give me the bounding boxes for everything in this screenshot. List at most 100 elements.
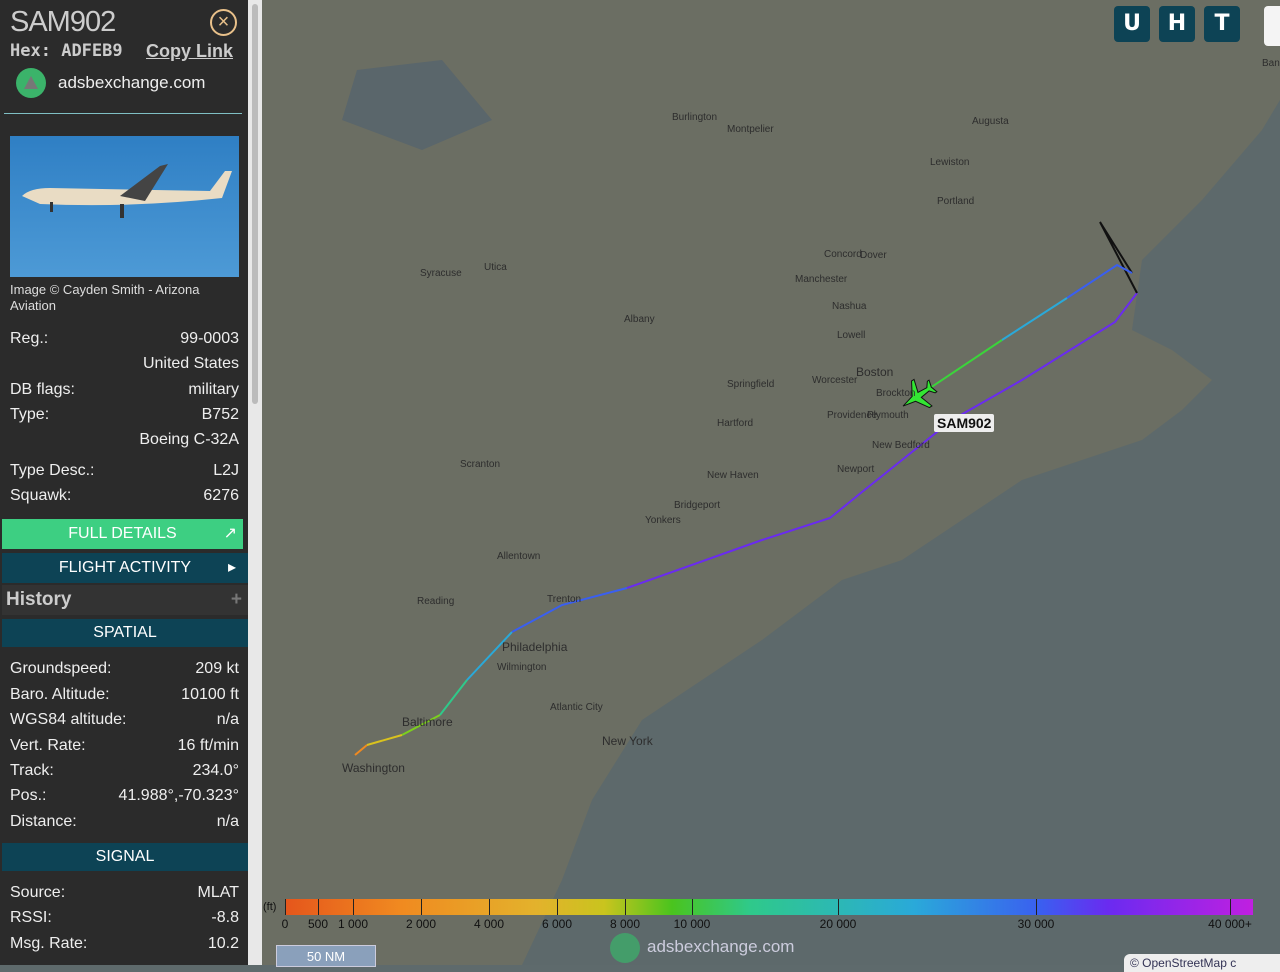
label: Reg.: <box>10 330 49 347</box>
place-label: Wilmington <box>497 662 547 673</box>
altitude-legend <box>285 899 1253 915</box>
site-link[interactable]: adsbexchange.com <box>58 73 205 93</box>
legend-tick-label: 500 <box>307 917 329 931</box>
spatial-vert-rate: Vert. Rate: 16 ft/min <box>10 737 239 755</box>
label: Vert. Rate: <box>10 737 86 754</box>
detail-country: United States <box>10 355 239 373</box>
place-label: Hartford <box>717 418 754 429</box>
value: 234.0° <box>192 762 239 779</box>
legend-tick <box>421 899 422 915</box>
sidebar-scrollbar[interactable] <box>248 0 262 965</box>
history-section-toggle[interactable]: History + <box>2 585 248 615</box>
label: Baro. Altitude: <box>10 686 110 703</box>
place-label: Newport <box>837 464 875 475</box>
place-label: Manchester <box>795 274 848 285</box>
value: United States <box>142 355 239 372</box>
place-label: New Bedford <box>872 440 930 451</box>
aircraft-info-panel: SAM902 × Hex: ADFEB9 Copy Link adsbexcha… <box>0 0 248 965</box>
legend-tick <box>692 899 693 915</box>
map-button-h[interactable]: H <box>1159 6 1195 42</box>
spatial-distance: Distance: n/a <box>10 813 239 831</box>
place-label: Dover <box>860 250 887 261</box>
value: 16 ft/min <box>177 737 239 754</box>
legend-tick <box>1036 899 1037 915</box>
value: B752 <box>201 406 239 423</box>
value: 41.988°,-70.323° <box>118 787 239 804</box>
place-label: Augusta <box>972 116 1009 127</box>
detail-squawk: Squawk: 6276 <box>10 487 239 505</box>
legend-tick-label: 10 000 <box>673 917 711 931</box>
place-label: Worcester <box>812 375 858 386</box>
external-link-icon: ↗ <box>223 525 237 542</box>
flight-activity-button[interactable]: FLIGHT ACTIVITY ▸ <box>2 553 248 583</box>
close-icon[interactable]: × <box>210 9 237 36</box>
place-label: Lewiston <box>930 157 970 168</box>
spatial-groundspeed: Groundspeed: 209 kt <box>10 660 239 678</box>
signal-header: SIGNAL <box>2 843 248 871</box>
label: Squawk: <box>10 487 72 504</box>
place-label: Trenton <box>547 594 582 605</box>
legend-tick <box>625 899 626 915</box>
place-label: Nashua <box>832 301 867 312</box>
caret-right-icon: ▸ <box>227 559 236 576</box>
label: WGS84 altitude: <box>10 711 127 728</box>
value: L2J <box>213 462 239 479</box>
place-label: Plymouth <box>867 410 909 421</box>
signal-rssi: RSSI: -8.8 <box>10 909 239 927</box>
signal-msg-rate: Msg. Rate: 10.2 <box>10 935 239 953</box>
place-label: New Haven <box>707 470 759 481</box>
airplane-photo-graphic <box>22 164 232 218</box>
value: 209 kt <box>195 660 239 677</box>
spatial-pos: Pos.: 41.988°,-70.323° <box>10 787 239 805</box>
label: Type: <box>10 406 50 423</box>
place-label: Lowell <box>837 330 866 341</box>
hex-label: Hex: <box>10 41 51 61</box>
adsbexchange-logo-icon <box>16 68 46 98</box>
spatial-baro-altitude: Baro. Altitude: 10100 ft <box>10 686 239 704</box>
value: 6276 <box>203 487 239 504</box>
aircraft-photo[interactable] <box>10 136 239 277</box>
legend-tick-label: 6 000 <box>541 917 573 931</box>
map-button-t[interactable]: T <box>1204 6 1240 42</box>
place-label: Atlantic City <box>550 702 603 713</box>
legend-tick-label: 4 000 <box>473 917 505 931</box>
plus-icon: + <box>230 589 242 610</box>
label: Groundspeed: <box>10 660 112 677</box>
place-label: Albany <box>624 314 655 325</box>
legend-tick <box>489 899 490 915</box>
label: Pos.: <box>10 787 47 804</box>
value: 99-0003 <box>180 330 239 347</box>
hex-value: ADFEB9 <box>61 41 123 61</box>
place-label: Burlington <box>672 112 718 123</box>
signal-source: Source: MLAT <box>10 884 239 902</box>
full-details-button[interactable]: FULL DETAILS ↗ <box>2 519 243 549</box>
legend-tick <box>557 899 558 915</box>
place-label: Philadelphia <box>502 640 568 654</box>
place-label: Brockton <box>876 388 916 399</box>
place-label: Reading <box>417 596 455 607</box>
legend-tick-label: 1 000 <box>337 917 369 931</box>
value: n/a <box>216 711 239 728</box>
map-button-u[interactable]: U <box>1114 6 1150 42</box>
detail-reg: Reg.: 99-0003 <box>10 330 239 348</box>
legend-tick-label: 2 000 <box>405 917 437 931</box>
label: Type Desc.: <box>10 462 95 479</box>
copy-link[interactable]: Copy Link <box>146 41 233 62</box>
spatial-track: Track: 234.0° <box>10 762 239 780</box>
label: Source: <box>10 884 66 901</box>
map-view[interactable]: Boston New York Philadelphia Baltimore Washi… <box>262 0 1280 972</box>
callsign: SAM902 <box>10 6 116 38</box>
place-label: Syracuse <box>420 268 462 279</box>
detail-db-flags: DB flags: military <box>10 381 239 399</box>
photo-credit: Image © Cayden Smith - Arizona Aviation <box>10 282 200 313</box>
aircraft-label[interactable]: SAM902 <box>934 414 995 432</box>
scrollbar-thumb[interactable] <box>252 4 258 404</box>
map-canvas[interactable] <box>262 0 1280 965</box>
layers-button[interactable] <box>1264 6 1280 46</box>
map-attribution[interactable]: © OpenStreetMap c <box>1124 954 1280 972</box>
label: Track: <box>10 762 54 779</box>
scale-bar: 50 NM <box>276 945 376 967</box>
value: military <box>188 381 239 398</box>
label: RSSI: <box>10 909 52 926</box>
place-label: Montpelier <box>727 124 774 135</box>
